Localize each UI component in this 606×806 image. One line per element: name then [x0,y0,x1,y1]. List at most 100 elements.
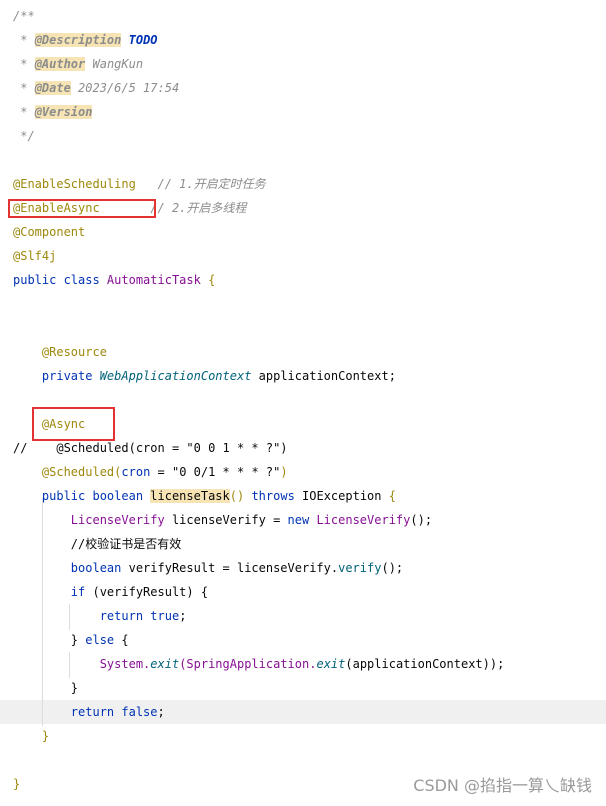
code-token: * [13,81,35,95]
code-token: } [70,681,79,695]
code-token: if [70,585,93,599]
code-line[interactable]: return true; [0,604,606,628]
code-token: @Author [34,57,86,71]
code-token: @Slf4j [13,249,57,263]
code-line[interactable]: * @Version [0,100,606,124]
code-line[interactable]: } [0,724,606,748]
code-token: WebApplicationContext [99,369,252,383]
code-token: @Resource [41,345,107,359]
code-token: = [150,465,172,479]
code-line[interactable]: } else { [0,628,606,652]
code-token: verify [338,561,382,575]
code-token: * [13,105,35,119]
code-token: boolean [70,561,129,575]
code-token: } [41,729,50,743]
code-token: ) [280,465,288,479]
code-token: (); [381,561,404,575]
code-line[interactable]: * @Date 2023/6/5 17:54 [0,76,606,100]
code-token: 2023/6/5 17:54 [70,81,180,95]
code-token: * [13,57,35,71]
code-token: licenseTask [150,489,230,503]
code-line[interactable]: LicenseVerify licenseVerify = new Licens… [0,508,606,532]
code-token: (verifyResult) { [92,585,209,599]
code-line[interactable]: @Slf4j [0,244,606,268]
code-token: * [13,33,35,47]
code-line[interactable]: System.exit(SpringApplication.exit(appli… [0,652,606,676]
code-token: System. [99,657,151,671]
indent-guide [69,652,70,678]
code-token: } [13,777,21,791]
indent-guide [42,498,43,726]
code-token: return true [99,609,180,623]
code-token: @Date [34,81,71,95]
code-token: @EnableScheduling [13,177,136,191]
code-line[interactable] [0,316,606,340]
code-token: AutomaticTask [106,273,201,287]
code-editor[interactable]: /** * @Description TODO * @Author WangKu… [0,0,606,806]
code-line[interactable] [0,748,606,772]
code-token: () [229,489,252,503]
code-token: // 1.开启定时任务 [135,177,266,191]
code-token: licenseVerify = [164,513,288,527]
code-token: LicenseVerify [316,513,411,527]
code-token: { [381,489,396,503]
code-token: @Version [34,105,93,119]
watermark: CSDN @掐指一算乀缺钱 [413,776,592,795]
code-line[interactable]: private WebApplicationContext applicatio… [0,364,606,388]
code-token: WangKun [85,57,144,71]
code-token: ; [179,609,187,623]
code-line[interactable]: @EnableScheduling // 1.开启定时任务 [0,172,606,196]
code-token: verifyResult = licenseVerify. [128,561,339,575]
code-token: @Description [34,33,122,47]
code-token: LicenseVerify [70,513,165,527]
code-token: (SpringApplication. [179,657,317,671]
code-token: IOException [302,489,382,503]
code-line[interactable]: } [0,676,606,700]
code-token: applicationContext; [251,369,396,383]
highlight-box-enable-async [8,199,156,218]
code-token: new [287,513,317,527]
code-line[interactable]: boolean verifyResult = licenseVerify.ver… [0,556,606,580]
code-token: (); [410,513,433,527]
code-token: return false [70,705,158,719]
code-token: exit [316,657,346,671]
code-token: */ [13,129,35,143]
code-token: @Scheduled( [41,465,122,479]
highlight-box-async [32,407,115,441]
code-token: /** [13,9,35,23]
code-token: TODO [128,33,158,47]
code-line[interactable] [0,292,606,316]
code-line[interactable]: @Component [0,220,606,244]
code-token: cron [121,465,151,479]
code-line[interactable]: /** [0,4,606,28]
code-line[interactable] [0,148,606,172]
code-token: else [85,633,122,647]
code-line[interactable]: if (verifyResult) { [0,580,606,604]
code-token: private [41,369,100,383]
code-line[interactable]: * @Author WangKun [0,52,606,76]
code-line[interactable]: public class AutomaticTask { [0,268,606,292]
code-token: { [200,273,216,287]
code-line[interactable]: * @Description TODO [0,28,606,52]
code-line[interactable]: public boolean licenseTask() throws IOEx… [0,484,606,508]
code-token: // @Scheduled(cron = "0 0 1 * * ?") [13,441,288,455]
code-line[interactable]: @Resource [0,340,606,364]
code-token: ; [157,705,165,719]
code-line[interactable]: @Scheduled(cron = "0 0/1 * * * ?") [0,460,606,484]
code-token: { [121,633,129,647]
code-token: @Component [13,225,86,239]
code-line[interactable]: */ [0,124,606,148]
code-line[interactable]: //校验证书是否有效 [0,532,606,556]
indent-guide [69,604,70,630]
code-token: (applicationContext)); [345,657,505,671]
code-token: public class [13,273,107,287]
code-line[interactable]: return false; [0,700,606,724]
